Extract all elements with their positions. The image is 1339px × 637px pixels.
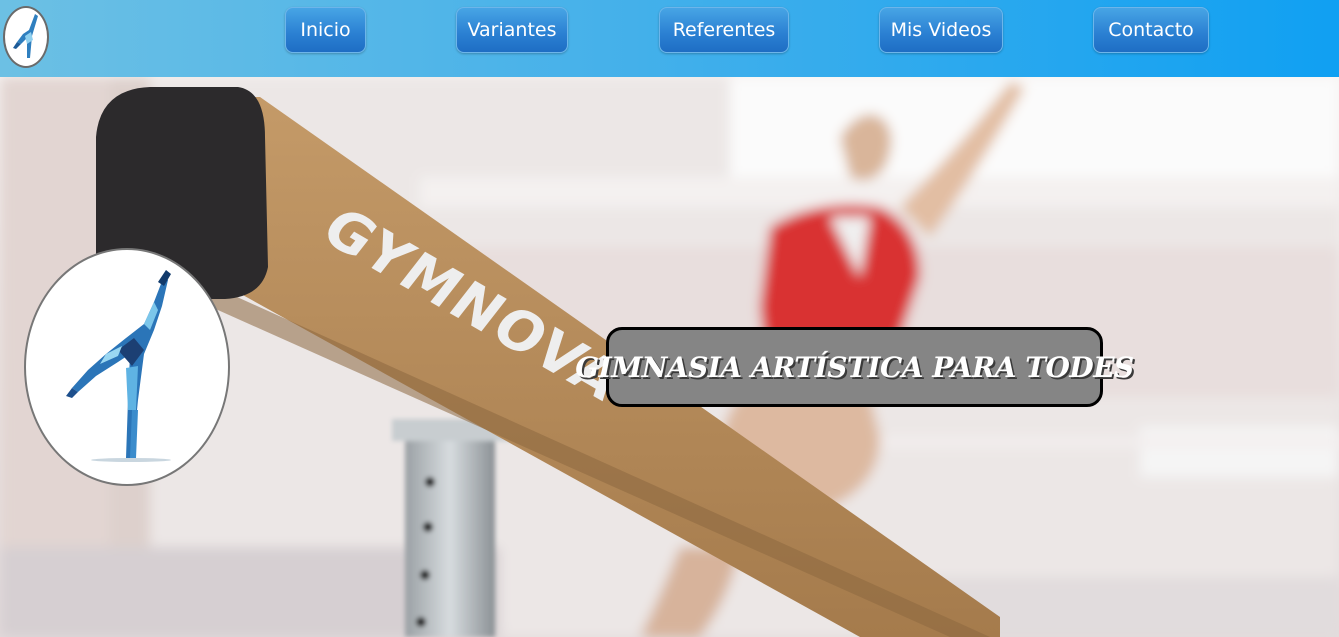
gymnast-logo-icon[interactable] (3, 6, 49, 68)
nav-mis-videos-button[interactable]: Mis Videos (879, 7, 1003, 53)
hero-banner: GIMNASIA ARTÍSTICA PARA TODES (575, 327, 1134, 407)
hero-section: GYMNOVA GIMNASIA ARTÍSTICA PARA TODES (0, 77, 1339, 637)
nav-inicio-button[interactable]: Inicio (285, 7, 366, 53)
gymnast-logo-icon (24, 248, 230, 486)
nav-referentes-button[interactable]: Referentes (659, 7, 789, 53)
nav-contacto-button[interactable]: Contacto (1093, 7, 1209, 53)
hero-banner-title: GIMNASIA ARTÍSTICA PARA TODES (575, 350, 1134, 384)
site-header: Inicio Variantes Referentes Mis Videos C… (0, 0, 1339, 77)
nav-variantes-button[interactable]: Variantes (456, 7, 568, 53)
